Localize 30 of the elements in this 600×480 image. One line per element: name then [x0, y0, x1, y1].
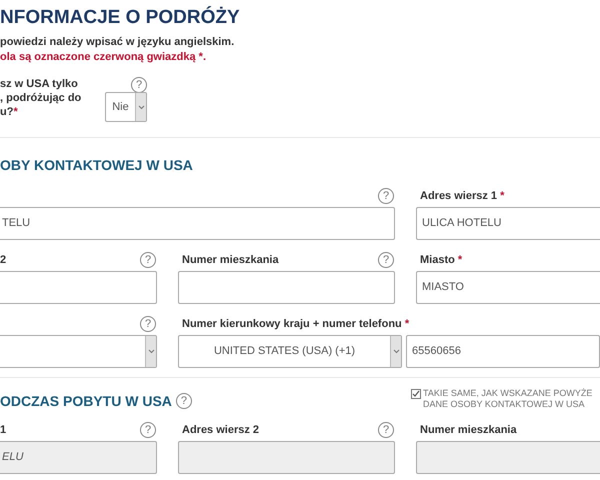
text-field[interactable]: ULICA HOTELU [416, 207, 600, 240]
field-label: Adres wiersz 1 * [419, 188, 504, 204]
help-icon[interactable]: ? [140, 316, 156, 332]
instruction-text: powiedzi należy wpisać w języku angielskim. [0, 35, 236, 50]
help-icon[interactable]: ? [378, 252, 394, 268]
field-label: 1 [0, 422, 6, 438]
section-heading: ODCZAS POBYTU W USA [0, 392, 172, 410]
text-field[interactable] [178, 271, 395, 304]
field-label: Numer mieszkania [181, 252, 279, 268]
help-icon[interactable]: ? [378, 188, 394, 204]
help-icon[interactable]: ? [140, 252, 156, 268]
country-code-select[interactable]: UNITED STATES (USA) (+1) [178, 335, 402, 368]
phone-number-field[interactable]: 65560656 [406, 335, 600, 368]
question-label: sz w USA tylko , podróżując do u?* [0, 77, 82, 120]
help-icon[interactable]: ? [176, 393, 192, 409]
field-label: Adres wiersz 2 [181, 422, 260, 438]
checkbox-label: TAKIE SAME, JAK WSKAZANE POWYŻE DANE OSOBY KONTAKTOWEJ W USA [423, 388, 592, 410]
field-label: Numer mieszkania [419, 422, 517, 438]
field-label: 2 [0, 252, 6, 268]
select-field[interactable] [0, 335, 157, 368]
text-field[interactable]: MIASTO [416, 271, 600, 304]
field-label: Numer kierunkowy kraju + numer telefonu * [181, 316, 410, 332]
section-heading: OBY KONTAKTOWEJ W USA [0, 156, 194, 174]
text-field[interactable] [0, 271, 157, 304]
yes-no-select[interactable]: Nie [105, 92, 147, 122]
text-field[interactable]: TELU [0, 207, 395, 240]
required-note: ola są oznaczone czerwoną gwiazdką *. [0, 50, 208, 65]
page-title: NFORMACJE O PODRÓŻY [0, 5, 241, 30]
field-label: Miasto * [419, 252, 462, 268]
checkbox[interactable] [411, 389, 421, 399]
